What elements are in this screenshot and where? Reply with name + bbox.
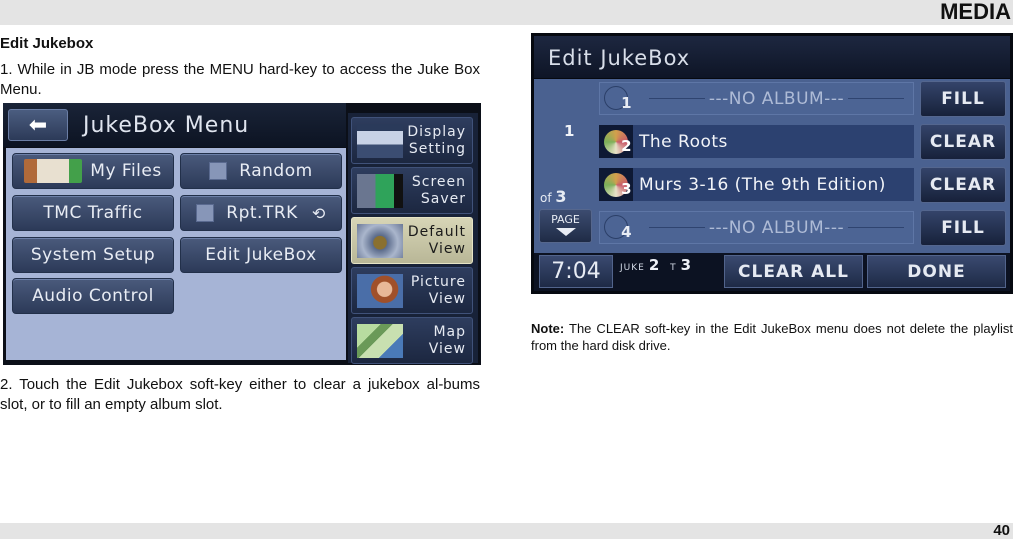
button-label: PAGE xyxy=(551,213,580,226)
screen-header: Edit JukeBox xyxy=(534,36,1010,78)
fill-button-1[interactable]: FILL xyxy=(920,81,1006,117)
button-label: TMC Traffic xyxy=(43,203,143,223)
button-label: Rpt.TRK xyxy=(226,203,298,223)
button-label: Random xyxy=(239,161,313,181)
status-bar: 7:04 JUKE 2 T3 CLEAR ALL DONE xyxy=(534,253,1010,291)
page-down-button[interactable]: PAGE xyxy=(539,209,592,243)
screen-title: JukeBox Menu xyxy=(83,113,250,138)
total-pages: of 3 xyxy=(540,187,567,206)
screen-header: ⬅ JukeBox Menu xyxy=(3,103,346,147)
repeat-track-checkbox[interactable] xyxy=(196,204,215,222)
button-label: Display Setting xyxy=(407,123,466,157)
empty-disc-icon: 4 xyxy=(600,211,634,244)
album-slot-3[interactable]: 3 Murs 3-16 (The 9th Edition) xyxy=(599,168,914,201)
display-setting-button[interactable]: Display Setting xyxy=(351,117,473,164)
button-label: System Setup xyxy=(30,245,156,265)
repeat-icon: ⟲ xyxy=(311,203,326,223)
menu-grid: My Files Random TMC Traffic Rpt.TRK ⟲ Sy… xyxy=(6,148,346,360)
slot-list: 1 of 3 PAGE 1 ---NO ALBUM--- FILL 2 The … xyxy=(534,79,1010,253)
cd-icon: 3 xyxy=(599,168,633,201)
slot-label: The Roots xyxy=(639,131,728,152)
clear-button-2[interactable]: CLEAR xyxy=(920,124,1006,160)
audio-control-button[interactable]: Audio Control xyxy=(12,278,174,314)
current-page: 1 xyxy=(564,122,575,140)
back-button[interactable]: ⬅ xyxy=(8,109,68,141)
cd-icon: 2 xyxy=(599,125,633,158)
jukebox-menu-screenshot: ⬅ JukeBox Menu My Files Random TMC Traff… xyxy=(3,103,481,365)
my-files-button[interactable]: My Files xyxy=(12,153,174,189)
button-label: Default View xyxy=(407,223,466,257)
screen-saver-button[interactable]: Screen Saver xyxy=(351,167,473,214)
edit-jukebox-button[interactable]: Edit JukeBox xyxy=(180,237,342,273)
footer-band xyxy=(0,523,1013,539)
slot-label: ---NO ALBUM--- xyxy=(640,218,913,238)
header-band xyxy=(0,0,1013,25)
screen-title: Edit JukeBox xyxy=(548,46,691,70)
empty-disc-icon: 1 xyxy=(600,82,634,115)
tmc-traffic-button[interactable]: TMC Traffic xyxy=(12,195,174,231)
files-thumbnail-icon xyxy=(24,159,83,183)
left-arrow-icon: ⬅ xyxy=(28,112,48,138)
fill-button-4[interactable]: FILL xyxy=(920,210,1006,246)
map-icon xyxy=(357,323,403,358)
note-text: Note: The CLEAR soft-key in the Edit Juk… xyxy=(531,320,1013,354)
random-checkbox[interactable] xyxy=(209,162,228,180)
section-tag: MEDIA xyxy=(940,0,1011,24)
system-setup-button[interactable]: System Setup xyxy=(12,237,174,273)
view-sidebar: Display Setting Screen Saver Default View P… xyxy=(348,113,478,364)
display-setting-icon xyxy=(357,123,403,158)
juke-track-info: JUKE 2 T3 xyxy=(620,256,693,274)
slot-label: ---NO ALBUM--- xyxy=(640,89,913,109)
button-label: Audio Control xyxy=(32,286,154,306)
step-2-text: 2. Touch the Edit Jukebox soft-key eithe… xyxy=(0,376,480,413)
note-label: Note: xyxy=(531,321,565,336)
album-slot-1[interactable]: 1 ---NO ALBUM--- xyxy=(599,82,914,115)
button-label: Edit JukeBox xyxy=(205,245,317,265)
map-view-button[interactable]: Map View xyxy=(351,317,473,364)
default-view-button[interactable]: Default View xyxy=(351,217,473,264)
default-view-icon xyxy=(357,223,403,258)
clear-all-button[interactable]: CLEAR ALL xyxy=(724,255,863,288)
clock: 7:04 xyxy=(539,255,613,288)
random-button[interactable]: Random xyxy=(180,153,342,189)
button-label: Picture View xyxy=(410,273,466,307)
album-slot-4[interactable]: 4 ---NO ALBUM--- xyxy=(599,211,914,244)
done-button[interactable]: DONE xyxy=(867,255,1006,288)
page-number: 40 xyxy=(993,522,1010,539)
repeat-track-button[interactable]: Rpt.TRK ⟲ xyxy=(180,195,342,231)
button-label: My Files xyxy=(90,161,162,181)
step-1-text: 1. While in JB mode press the MENU hard-… xyxy=(0,61,480,98)
clear-button-3[interactable]: CLEAR xyxy=(920,167,1006,203)
screen-saver-icon xyxy=(357,173,403,208)
edit-jukebox-screenshot: Edit JukeBox 1 of 3 PAGE 1 ---NO ALBUM--… xyxy=(531,33,1013,294)
button-label: Map View xyxy=(428,323,466,357)
album-slot-2[interactable]: 2 The Roots xyxy=(599,125,914,158)
section-heading: Edit Jukebox xyxy=(0,35,94,52)
note-body: The CLEAR soft-key in the Edit JukeBox m… xyxy=(531,321,1013,353)
triangle-down-icon xyxy=(555,228,576,236)
button-label: Screen Saver xyxy=(411,173,466,207)
slot-label: Murs 3-16 (The 9th Edition) xyxy=(639,174,886,195)
picture-view-button[interactable]: Picture View xyxy=(351,267,473,314)
picture-icon xyxy=(357,273,403,308)
